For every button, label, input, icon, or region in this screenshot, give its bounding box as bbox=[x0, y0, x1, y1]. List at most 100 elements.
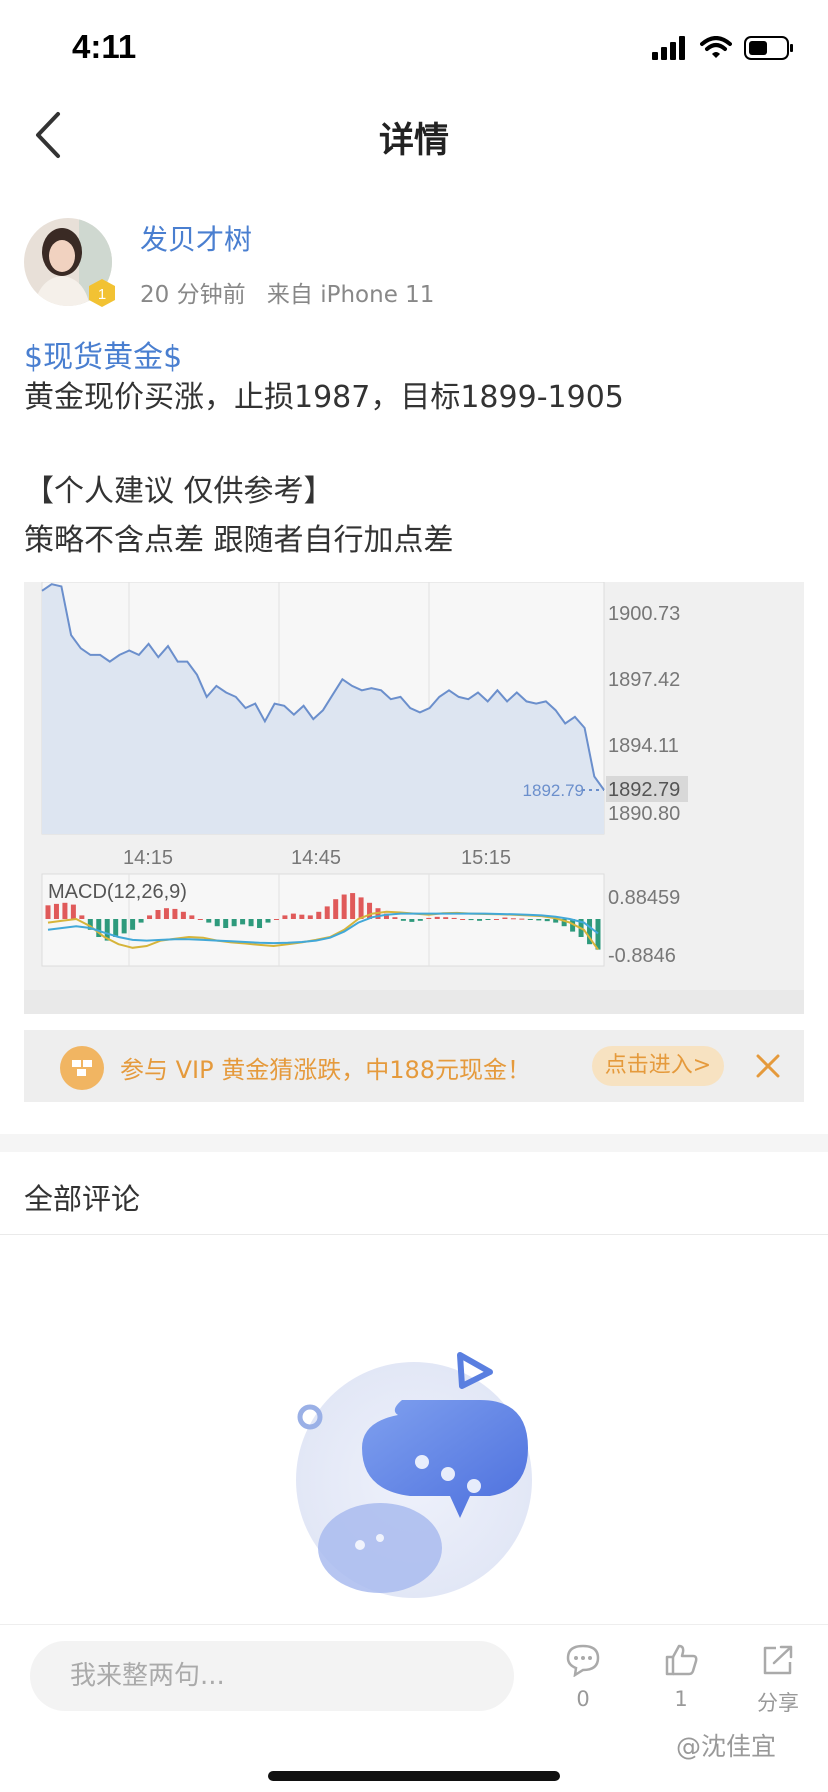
status-bar: 4:11 bbox=[0, 0, 828, 100]
macd-label: MACD(12,26,9) bbox=[48, 881, 187, 903]
last-price-label: 1892.79 bbox=[608, 779, 680, 801]
svg-text:1: 1 bbox=[98, 286, 106, 303]
last-price-inline-label: 1892.79 bbox=[523, 781, 584, 800]
macd-histogram-bar bbox=[333, 899, 339, 919]
macd-histogram-bar bbox=[502, 917, 508, 919]
macd-y-tick-label: 0.88459 bbox=[608, 887, 680, 909]
promo-banner[interactable]: 参与 VIP 黄金猜涨跌，中188元现金！ 点击进入> bbox=[24, 1030, 804, 1102]
macd-histogram-bar bbox=[426, 917, 432, 919]
macd-histogram-bar bbox=[544, 919, 550, 922]
section-divider bbox=[0, 1134, 828, 1152]
comment-action[interactable]: 0 bbox=[543, 1643, 623, 1711]
nav-bar: 详情 bbox=[0, 100, 828, 170]
macd-histogram-bar bbox=[257, 919, 263, 928]
post-source: 来自 iPhone 11 bbox=[266, 282, 435, 308]
bottom-bar: 0 1 分享 @沈佳宜 bbox=[0, 1624, 828, 1792]
status-icons bbox=[652, 36, 794, 60]
page-title: 详情 bbox=[378, 121, 449, 161]
macd-histogram-bar bbox=[519, 918, 525, 920]
thumbs-up-icon bbox=[665, 1644, 698, 1676]
post-topic-tag[interactable]: $现货黄金$ bbox=[24, 332, 182, 376]
promo-text: 参与 VIP 黄金猜涨跌，中188元现金！ bbox=[120, 1056, 532, 1084]
watermark: @沈佳宜 bbox=[676, 1732, 777, 1761]
level-badge-icon: 1 bbox=[89, 279, 115, 307]
macd-histogram-bar bbox=[265, 919, 271, 923]
macd-histogram-bar bbox=[121, 919, 127, 934]
status-time: 4:11 bbox=[72, 28, 137, 65]
macd-histogram-bar bbox=[477, 919, 483, 921]
post-text-line-2: 【个人建议 仅供参考】 bbox=[24, 474, 334, 509]
macd-histogram-bar bbox=[189, 915, 195, 919]
comment-icon bbox=[566, 1644, 600, 1677]
macd-histogram-bar bbox=[248, 919, 254, 927]
macd-histogram-bar bbox=[240, 919, 246, 925]
macd-histogram-bar bbox=[324, 906, 330, 919]
macd-histogram-bar bbox=[214, 919, 220, 927]
author-name[interactable]: 发贝才树 bbox=[140, 218, 252, 258]
battery-icon bbox=[744, 36, 793, 60]
macd-histogram-bar bbox=[536, 919, 542, 921]
post-text-line-1: 黄金现价买涨，止损1987，目标1899-1905 bbox=[24, 380, 624, 415]
macd-histogram-bar bbox=[409, 919, 415, 922]
macd-histogram-bar bbox=[299, 914, 305, 919]
macd-histogram-bar bbox=[147, 915, 153, 919]
macd-histogram-bar bbox=[493, 919, 499, 920]
share-action[interactable]: 分享 bbox=[738, 1643, 818, 1717]
macd-histogram-bar bbox=[510, 918, 516, 920]
macd-histogram-bar bbox=[223, 919, 229, 928]
comments-title: 全部评论 bbox=[24, 1182, 141, 1216]
macd-histogram-bar bbox=[282, 915, 288, 919]
like-action[interactable]: 1 bbox=[641, 1643, 721, 1711]
post-text-line-3: 策略不含点差 跟随者自行加点差 bbox=[24, 523, 454, 558]
macd-histogram-bar bbox=[460, 919, 466, 920]
comment-count: 0 bbox=[576, 1687, 590, 1711]
close-icon[interactable] bbox=[750, 1048, 786, 1084]
macd-histogram-bar bbox=[273, 919, 279, 920]
x-tick-label: 15:15 bbox=[461, 847, 511, 869]
macd-histogram-bar bbox=[113, 919, 119, 937]
macd-histogram-bar bbox=[163, 908, 169, 919]
post-time: 20 分钟前 bbox=[140, 282, 246, 308]
author-meta: 20 分钟前 来自 iPhone 11 bbox=[140, 275, 434, 309]
empty-comments-illustration bbox=[296, 1352, 532, 1598]
price-y-tick-label: 1894.11 bbox=[608, 735, 679, 757]
macd-histogram-bar bbox=[350, 893, 356, 919]
macd-histogram-bar bbox=[290, 913, 296, 919]
macd-histogram-bar bbox=[180, 911, 186, 919]
x-tick-label: 14:45 bbox=[291, 847, 341, 869]
macd-histogram-bar bbox=[172, 908, 178, 919]
price-y-tick-label: 1897.42 bbox=[608, 669, 680, 691]
divider bbox=[0, 1234, 828, 1235]
macd-histogram-bar bbox=[197, 919, 203, 920]
price-y-tick-label: 1890.80 bbox=[608, 803, 680, 825]
macd-histogram-bar bbox=[468, 919, 474, 921]
wifi-icon bbox=[700, 36, 732, 58]
macd-histogram-bar bbox=[70, 904, 76, 919]
macd-y-tick-label: -0.8846 bbox=[608, 945, 676, 967]
price-chart[interactable]: 1900.73 1897.42 1894.11 1890.80 1892.79 1892.… bbox=[24, 582, 804, 1014]
macd-histogram-bar bbox=[45, 905, 51, 919]
comment-input[interactable] bbox=[30, 1641, 514, 1711]
macd-histogram-bar bbox=[400, 919, 406, 921]
gold-bars-icon bbox=[60, 1046, 104, 1090]
macd-histogram-bar bbox=[527, 919, 533, 920]
macd-histogram-bar bbox=[231, 919, 237, 927]
macd-histogram-bar bbox=[595, 919, 601, 950]
macd-histogram-bar bbox=[130, 919, 136, 930]
like-count: 1 bbox=[674, 1687, 688, 1711]
share-icon bbox=[763, 1645, 793, 1675]
macd-histogram-bar bbox=[62, 902, 68, 919]
promo-enter-button[interactable]: 点击进入> bbox=[592, 1046, 724, 1086]
price-y-tick-label: 1900.73 bbox=[608, 603, 680, 625]
macd-histogram-bar bbox=[155, 910, 161, 919]
macd-histogram-bar bbox=[53, 903, 59, 919]
x-tick-label: 14:15 bbox=[123, 847, 173, 869]
macd-histogram-bar bbox=[485, 919, 491, 920]
chart-scroll-strip bbox=[24, 990, 804, 1014]
macd-histogram-bar bbox=[417, 919, 423, 921]
macd-histogram-bar bbox=[434, 916, 440, 919]
cellular-signal-icon bbox=[652, 36, 685, 60]
macd-histogram-bar bbox=[392, 917, 398, 919]
macd-histogram-bar bbox=[358, 897, 364, 919]
home-indicator bbox=[268, 1771, 560, 1781]
